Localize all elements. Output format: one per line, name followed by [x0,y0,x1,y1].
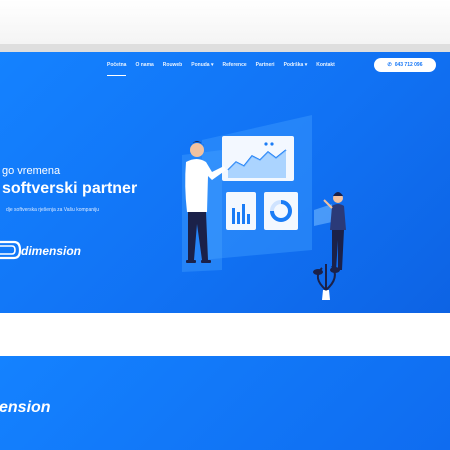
nav-item-partneri[interactable]: Partneri [256,60,275,74]
second-section: ension [0,356,450,450]
logo-text: dimension [21,244,81,258]
nav-item-rouweb[interactable]: Rouweb [163,60,182,74]
nav-item-reference[interactable]: Reference [222,60,246,74]
section-gap [0,313,450,356]
secondary-logo-text: ension [0,399,51,416]
nav-item-podrska[interactable]: Podrška ▾ [284,60,308,74]
hero-heading-line1: go vremena [2,165,61,177]
top-border [0,44,450,52]
dimension-logo: dimension [0,240,81,260]
main-nav: Početna O nama Rouweb Ponuda ▾ Reference… [107,60,335,76]
nav-item-ponuda[interactable]: Ponuda ▾ [191,60,213,74]
hero-illustration [182,115,346,300]
hero-subtitle: dje softverska rješenja za Vašu kompanij… [6,207,100,213]
browser-top-strip [0,0,450,44]
nav-item-o-nama[interactable]: O nama [135,60,153,74]
nav-item-pocetna[interactable]: Početna [107,60,127,76]
hero-heading-line2: softverski partner [2,180,138,197]
phone-number: 043 712 096 [394,62,423,68]
dimension-logo-secondary: ension [0,399,51,416]
phone-icon: ✆ [387,62,392,68]
nav-item-kontakt[interactable]: Kontakt [316,60,335,74]
phone-button[interactable]: ✆ 043 712 096 [374,58,436,72]
hero-section: Početna O nama Rouweb Ponuda ▾ Reference… [0,52,450,313]
